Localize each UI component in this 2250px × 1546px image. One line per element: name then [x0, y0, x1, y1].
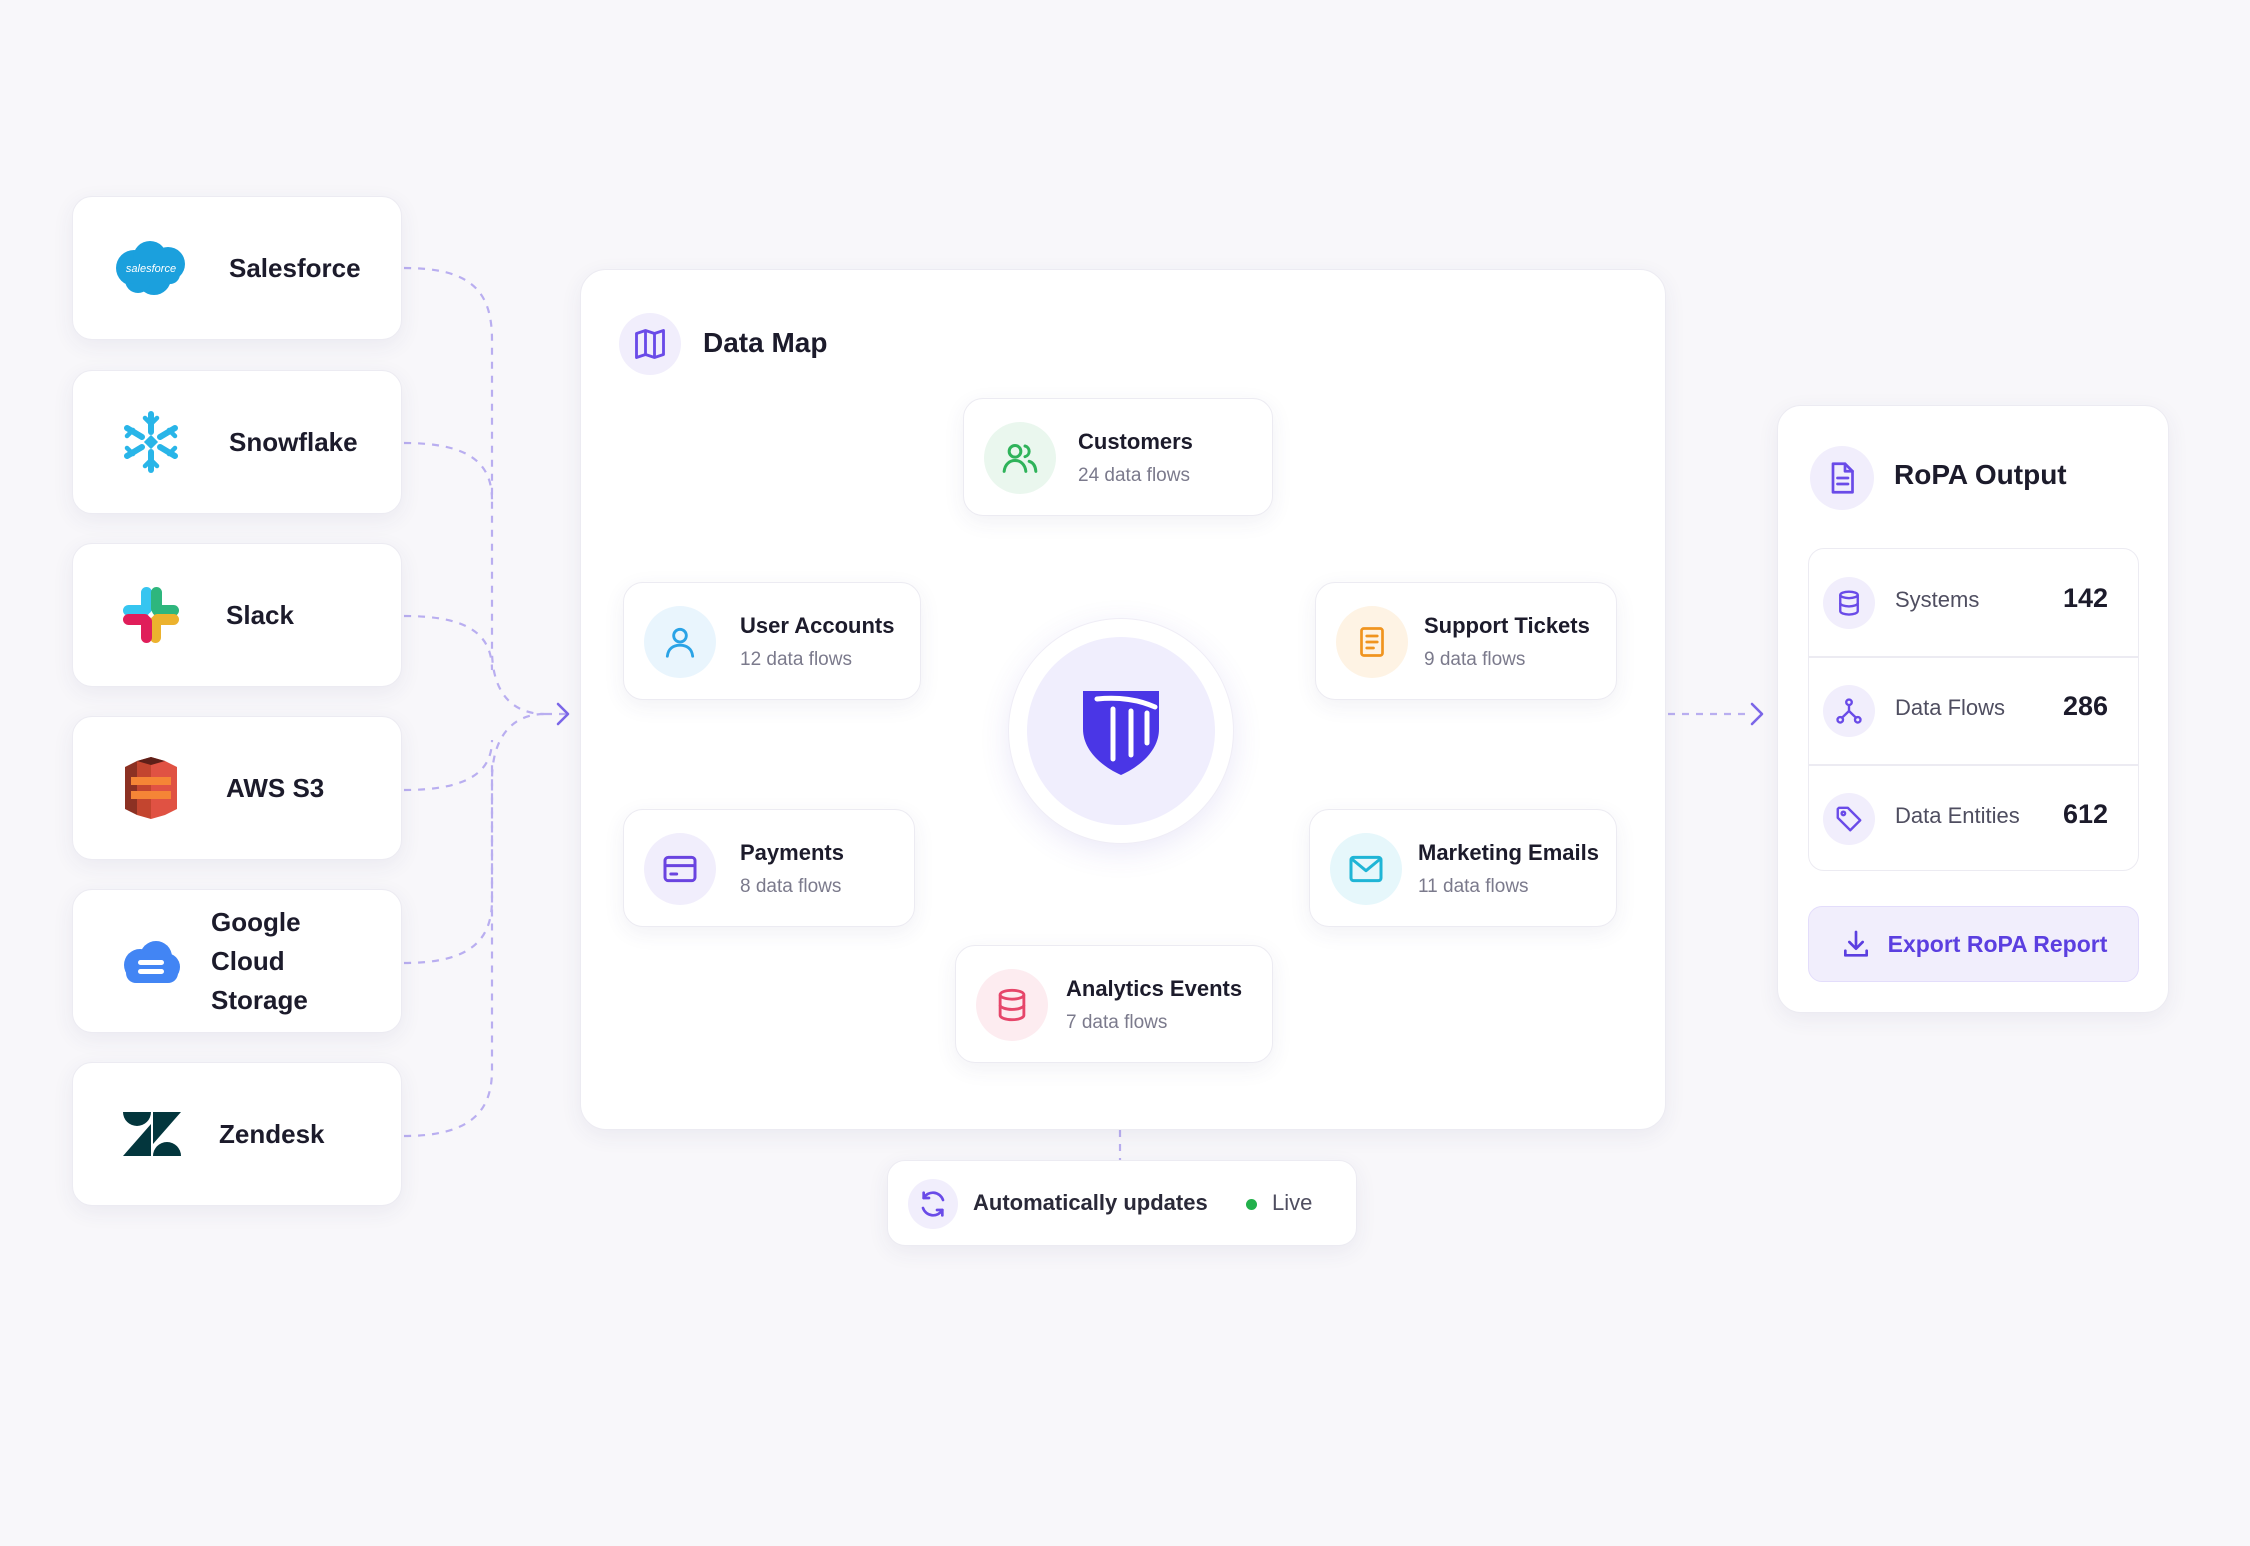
source-card-zendesk[interactable]: Zendesk	[72, 1062, 402, 1206]
mail-icon	[1330, 833, 1402, 905]
data-map-title: Data Map	[703, 327, 828, 358]
credit-card-icon	[644, 833, 716, 905]
metric-value: 142	[2062, 583, 2108, 613]
svg-text:salesforce: salesforce	[126, 263, 176, 275]
node-user-accounts[interactable]: User Accounts 12 data flows	[623, 582, 921, 700]
shield-logo	[1077, 685, 1165, 782]
node-marketing-emails[interactable]: Marketing Emails 11 data flows	[1309, 809, 1617, 927]
metric-label: Data Entities	[1895, 803, 2020, 828]
snowflake-logo	[109, 400, 193, 484]
node-title: Support Tickets	[1424, 613, 1590, 638]
metric-label: Data Flows	[1895, 695, 2006, 720]
center-hub	[1008, 618, 1234, 844]
source-name: Google Cloud Storage	[211, 906, 308, 1015]
node-subtitle: 11 data flows	[1418, 876, 1529, 897]
source-name: Zendesk	[219, 1118, 325, 1149]
node-analytics-events[interactable]: Analytics Events 7 data flows	[955, 945, 1273, 1063]
node-support-tickets[interactable]: Support Tickets 9 data flows	[1315, 582, 1617, 700]
node-title: Analytics Events	[1066, 976, 1243, 1001]
salesforce-logo: salesforce	[109, 226, 193, 310]
metric-data-flows: Data Flows 286	[1809, 657, 2138, 764]
auto-update-label: Automatically updates	[973, 1190, 1208, 1215]
aws-s3-logo	[109, 746, 193, 830]
node-title: Customers	[1078, 429, 1193, 454]
user-icon	[644, 606, 716, 678]
zendesk-logo	[109, 1092, 193, 1176]
source-card-slack[interactable]: Slack	[72, 543, 402, 687]
metric-value: 612	[2062, 799, 2108, 829]
source-card-salesforce[interactable]: salesforce Salesforce	[72, 196, 402, 340]
file-icon	[1810, 446, 1874, 510]
node-title: User Accounts	[740, 613, 895, 638]
export-label: Export RoPA Report	[1887, 930, 2108, 957]
google-cloud-logo	[109, 919, 193, 1003]
source-name: Snowflake	[229, 426, 358, 457]
live-label: Live	[1272, 1190, 1313, 1215]
metric-systems: Systems 142	[1809, 549, 2138, 656]
node-subtitle: 8 data flows	[740, 876, 842, 897]
node-title: Payments	[740, 840, 844, 865]
node-subtitle: 24 data flows	[1078, 465, 1190, 486]
flows-icon	[1823, 685, 1875, 737]
slack-logo	[109, 573, 193, 657]
document-icon	[1336, 606, 1408, 678]
source-name: Salesforce	[229, 252, 361, 283]
database-icon	[1823, 577, 1875, 629]
node-customers[interactable]: Customers 24 data flows	[963, 398, 1273, 516]
metrics-list: Systems 142 Data Flows 286 Data Entities…	[1808, 548, 2139, 871]
refresh-icon	[908, 1179, 958, 1229]
node-title: Marketing Emails	[1418, 840, 1599, 865]
source-card-aws-s3[interactable]: AWS S3	[72, 716, 402, 860]
map-icon	[619, 313, 681, 375]
auto-update-status: Automatically updates Live	[887, 1160, 1357, 1246]
node-subtitle: 7 data flows	[1066, 1012, 1168, 1033]
live-indicator-dot	[1246, 1199, 1257, 1210]
node-payments[interactable]: Payments 8 data flows	[623, 809, 915, 927]
ropa-title: RoPA Output	[1894, 459, 2067, 490]
node-subtitle: 9 data flows	[1424, 649, 1526, 670]
export-ropa-report-button[interactable]: Export RoPA Report	[1808, 906, 2139, 982]
users-icon	[984, 422, 1056, 494]
source-name: Slack	[226, 599, 294, 630]
metric-data-entities: Data Entities 612	[1809, 765, 2138, 872]
metric-label: Systems	[1895, 587, 1980, 612]
tag-icon	[1823, 793, 1875, 845]
node-subtitle: 12 data flows	[740, 649, 852, 670]
source-card-google-cloud-storage[interactable]: Google Cloud Storage	[72, 889, 402, 1033]
download-icon	[1840, 928, 1872, 960]
metric-value: 286	[2062, 691, 2108, 721]
source-name: AWS S3	[226, 772, 325, 803]
source-card-snowflake[interactable]: Snowflake	[72, 370, 402, 514]
database-icon	[976, 969, 1048, 1041]
